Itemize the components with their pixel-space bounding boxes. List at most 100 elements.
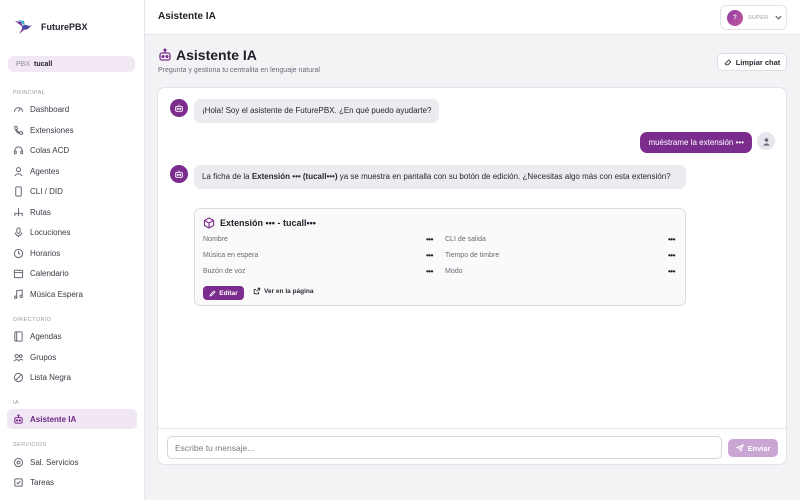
- sidebar-item-label: Tareas: [30, 477, 55, 487]
- view-in-page-link[interactable]: Ver en la página: [253, 287, 314, 295]
- sidebar-item-extensiones[interactable]: Extensiones: [7, 120, 137, 140]
- sidebar-item-grupos[interactable]: Grupos: [7, 347, 137, 367]
- reply-text: ya se muestra en pantalla con su botón d…: [337, 172, 671, 181]
- sidebar-item-label: Grupos: [30, 352, 57, 362]
- chat-panel: ¡Hola! Soy el asistente de FuturePBX. ¿E…: [157, 87, 787, 465]
- field-label: Nombre: [203, 236, 228, 243]
- reply-text: La ficha de la: [202, 172, 252, 181]
- field-label: Música en espera: [203, 252, 259, 259]
- external-link-icon: [253, 287, 261, 295]
- view-in-page-label: Ver en la página: [264, 287, 314, 295]
- extension-card: Extensión ••• - tucall••• Nombre ••• Mús…: [194, 208, 686, 306]
- sidebar-item-label: Rutas: [30, 207, 51, 217]
- cube-icon: [203, 217, 215, 229]
- send-label: Enviar: [747, 443, 771, 453]
- field-value: •••: [668, 235, 675, 244]
- brand[interactable]: FuturePBX: [13, 16, 88, 38]
- extension-card-title: Extensión ••• - tucall•••: [203, 217, 316, 229]
- reply-extension-name: Extensión ••• (tucall•••): [251, 172, 338, 181]
- sidebar-item-tareas[interactable]: Tareas: [7, 472, 137, 492]
- sidebar-item-label: Calendario: [30, 268, 69, 278]
- routes-icon: [13, 207, 24, 218]
- calendar-icon: [13, 268, 24, 279]
- eraser-icon: [724, 58, 732, 66]
- bot-avatar: [170, 99, 188, 117]
- user-icon: [13, 166, 24, 177]
- field-value: •••: [426, 251, 433, 260]
- topbar: Asistente IA ? SUPER: [145, 0, 800, 35]
- field-label: Buzón de voz: [203, 268, 246, 275]
- user-role: SUPER: [748, 14, 769, 21]
- clear-chat-label: Limpiar chat: [735, 57, 781, 67]
- topbar-title: Asistente IA: [158, 11, 216, 22]
- bot-message-greeting: ¡Hola! Soy el asistente de FuturePBX. ¿E…: [194, 99, 440, 123]
- microphone-icon: [13, 226, 24, 238]
- bot-avatar: [170, 165, 188, 183]
- tenant-key: PBX: [16, 60, 31, 68]
- sidebar-item-label: Horarios: [30, 248, 61, 258]
- sidebar-item-label: Extensiones: [30, 125, 74, 135]
- tasks-icon: [13, 477, 24, 488]
- send-icon: [735, 444, 744, 452]
- hummingbird-logo-icon: [13, 18, 33, 36]
- sidebar-item-colas-acd[interactable]: Colas ACD: [7, 140, 137, 160]
- page-title: Asistente IA: [176, 47, 257, 63]
- user-message: muéstrame la extensión •••: [640, 132, 752, 153]
- sidebar-item-label: Colas ACD: [30, 145, 70, 155]
- book-icon: [13, 330, 24, 342]
- sidebar: FuturePBX PBX tucall PRINCIPAL Dashboard…: [0, 0, 145, 500]
- sidebar-item-lista-negra[interactable]: Lista Negra: [7, 367, 137, 387]
- sidebar-item-label: Dashboard: [30, 104, 70, 114]
- clear-chat-button[interactable]: Limpiar chat: [717, 53, 787, 71]
- block-icon: [13, 372, 24, 383]
- section-principal: PRINCIPAL: [13, 90, 46, 96]
- sidebar-item-sal-servicios[interactable]: Sal. Servicios: [7, 452, 137, 472]
- sidebar-item-label: Agendas: [30, 331, 62, 341]
- sidebar-item-label: Sal. Servicios: [30, 457, 79, 467]
- field-value: •••: [426, 235, 433, 244]
- chevron-down-icon: [774, 13, 783, 22]
- gauge-icon: [13, 104, 24, 115]
- sidebar-item-agendas[interactable]: Agendas: [7, 326, 137, 346]
- field-value: •••: [668, 251, 675, 260]
- sidebar-item-label: Locuciones: [30, 227, 71, 237]
- sidebar-item-musica-espera[interactable]: Música Espera: [7, 284, 137, 304]
- sidebar-item-rutas[interactable]: Rutas: [7, 202, 137, 222]
- edit-button[interactable]: Editar: [203, 286, 244, 300]
- sidebar-item-label: Música Espera: [30, 289, 83, 299]
- edit-label: Editar: [219, 289, 238, 297]
- service-icon: [13, 457, 24, 468]
- user-menu[interactable]: ? SUPER: [720, 5, 787, 30]
- section-directorio: DIRECTORIO: [13, 317, 52, 323]
- sidebar-item-dashboard[interactable]: Dashboard: [7, 99, 137, 119]
- avatar: ?: [727, 9, 743, 26]
- field-value: •••: [668, 267, 675, 276]
- field-value: •••: [426, 267, 433, 276]
- pencil-icon: [209, 289, 216, 297]
- sidebar-item-asistente-ia[interactable]: Asistente IA: [7, 409, 137, 429]
- sidebar-item-label: Agentes: [30, 166, 60, 176]
- robot-icon: [13, 413, 24, 425]
- field-label: CLI de salida: [445, 236, 486, 243]
- sidebar-item-agentes[interactable]: Agentes: [7, 161, 137, 181]
- field-label: Modo: [445, 268, 463, 275]
- page-header: Asistente IA Pregunta y gestiona tu cent…: [158, 47, 320, 74]
- sidebar-item-calendario[interactable]: Calendario: [7, 263, 137, 283]
- field-label: Tiempo de timbre: [445, 252, 500, 259]
- sidebar-item-label: CLI / DID: [30, 186, 63, 196]
- section-ia: IA: [13, 400, 19, 406]
- sidebar-item-locuciones[interactable]: Locuciones: [7, 222, 137, 242]
- sidebar-item-horarios[interactable]: Horarios: [7, 243, 137, 263]
- bot-message-reply: La ficha de la Extensión ••• (tucall•••)…: [194, 165, 686, 189]
- headset-icon: [13, 145, 24, 156]
- sidebar-item-cli-did[interactable]: CLI / DID: [7, 181, 137, 201]
- tenant-selector[interactable]: PBX tucall: [8, 56, 135, 72]
- mobile-icon: [13, 185, 24, 197]
- section-servicios: SERVICIOS: [13, 442, 47, 448]
- send-button[interactable]: Enviar: [728, 439, 778, 457]
- music-icon: [13, 288, 24, 300]
- message-input[interactable]: [167, 436, 722, 459]
- sidebar-item-label: Asistente IA: [30, 414, 77, 424]
- composer: Enviar: [158, 428, 786, 464]
- sidebar-item-label: Lista Negra: [30, 372, 71, 382]
